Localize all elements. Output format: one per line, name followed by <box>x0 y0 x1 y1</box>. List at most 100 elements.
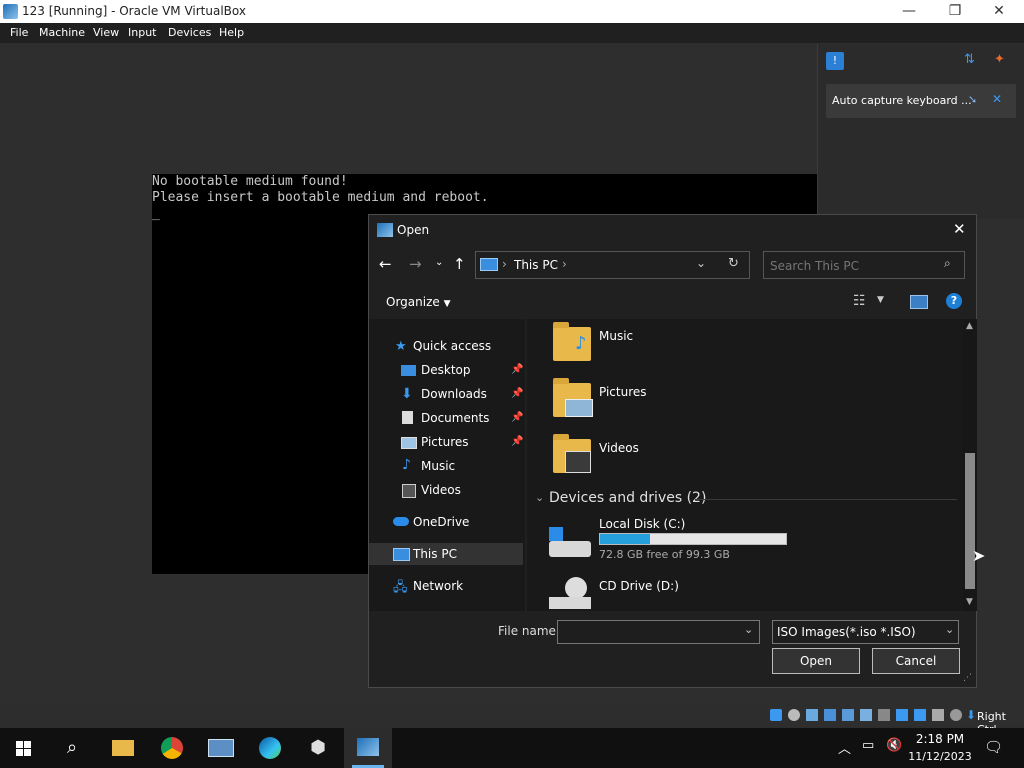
scroll-up-icon[interactable]: ▲ <box>966 321 973 331</box>
file-name-dropdown-icon[interactable]: ⌄ <box>744 623 753 636</box>
cd-drive-icon[interactable] <box>549 597 591 609</box>
address-location[interactable]: This PC <box>514 258 558 272</box>
drive-d-name[interactable]: CD Drive (D:) <box>599 579 679 593</box>
clock-time[interactable]: 2:18 PM <box>910 732 970 746</box>
search-taskbar-icon[interactable]: ⌕ <box>48 728 96 768</box>
this-pc-icon <box>393 548 410 561</box>
devices-group-header[interactable]: Devices and drives (2) <box>549 490 706 506</box>
search-input[interactable] <box>768 255 942 277</box>
vm-window-taskbar-icon[interactable] <box>344 728 392 768</box>
forward-arrow-icon[interactable]: → <box>409 255 422 273</box>
file-list-pane[interactable] <box>527 319 965 611</box>
picture-thumbnail-icon <box>565 399 593 417</box>
pin-icon: 📌 <box>511 436 524 447</box>
clear-all-icon[interactable]: ✦ <box>994 52 1005 67</box>
notification-message[interactable]: Auto capture keyboard ... ➘ ✕ <box>826 84 1016 118</box>
display-status-icon[interactable] <box>878 709 890 721</box>
clock-date[interactable]: 11/12/2023 <box>905 750 975 763</box>
show-hidden-icons-chevron-icon[interactable]: ︿ <box>838 738 851 757</box>
menu-view[interactable]: View <box>93 26 119 39</box>
view-dropdown-icon[interactable]: ▼ <box>877 295 884 305</box>
back-arrow-icon[interactable]: ← <box>379 255 392 273</box>
menu-machine[interactable]: Machine <box>39 26 85 39</box>
file-type-dropdown-icon[interactable]: ⌄ <box>945 623 954 636</box>
mouse-integration-status-icon[interactable] <box>932 709 944 721</box>
cancel-button[interactable]: Cancel <box>872 648 960 674</box>
restore-button[interactable]: ❐ <box>932 0 978 23</box>
menu-file[interactable]: File <box>10 26 28 39</box>
pictures-icon <box>401 437 417 449</box>
breadcrumb-chevron-icon[interactable]: › <box>562 257 567 271</box>
virtualbox-manager-taskbar-icon[interactable]: ⬢ <box>294 728 342 768</box>
nav-pictures[interactable]: Pictures <box>421 435 469 449</box>
address-bar[interactable]: › This PC › ⌄ ↻ <box>475 251 750 279</box>
local-disk-icon[interactable] <box>549 541 591 557</box>
organize-button[interactable]: Organize ▼ <box>386 295 451 309</box>
drive-c-name[interactable]: Local Disk (C:) <box>599 517 685 531</box>
refresh-icon[interactable]: ↻ <box>728 256 739 271</box>
scroll-down-icon[interactable]: ▼ <box>966 597 973 607</box>
menu-help[interactable]: Help <box>219 26 244 39</box>
cd-disc-icon[interactable] <box>565 577 587 599</box>
nav-quick-access[interactable]: Quick access <box>413 339 491 353</box>
hard-disk-status-icon[interactable] <box>770 709 782 721</box>
dismiss-notification-icon[interactable]: ✕ <box>992 92 1002 106</box>
file-type-select[interactable]: ISO Images(*.iso *.ISO) ⌄ <box>772 620 959 644</box>
up-arrow-icon[interactable]: ↑ <box>453 255 466 273</box>
nav-music[interactable]: Music <box>421 459 455 473</box>
network-tray-icon[interactable]: ▭ <box>862 738 874 753</box>
nav-videos[interactable]: Videos <box>421 483 461 497</box>
file-name-label: File name: <box>498 624 560 638</box>
notification-center: ! ⇅ ✦ Auto capture keyboard ... ➘ ✕ <box>817 44 1024 219</box>
network-status-icon[interactable] <box>824 709 836 721</box>
collapse-chevron-icon[interactable]: ⌄ <box>535 491 544 504</box>
drive-c-usage-bar <box>599 533 787 545</box>
nav-network[interactable]: Network <box>413 579 463 593</box>
recent-locations-chevron-icon[interactable]: ⌄ <box>435 257 443 268</box>
file-name-combobox[interactable]: ⌄ <box>557 620 760 644</box>
nav-documents[interactable]: Documents <box>421 411 489 425</box>
preview-pane-icon[interactable] <box>910 295 928 309</box>
optical-drive-status-icon[interactable] <box>788 709 800 721</box>
view-options-icon[interactable]: ☷ <box>853 293 866 309</box>
nav-this-pc[interactable]: This PC <box>413 547 457 561</box>
nav-onedrive[interactable]: OneDrive <box>413 515 469 529</box>
open-button[interactable]: Open <box>772 648 860 674</box>
sort-icon[interactable]: ⇅ <box>964 52 975 67</box>
pin-notification-icon[interactable]: ➘ <box>968 93 977 106</box>
close-window-button[interactable]: ✕ <box>976 0 1022 23</box>
folder-pictures[interactable]: Pictures <box>599 385 647 399</box>
menu-input[interactable]: Input <box>128 26 156 39</box>
file-name-input[interactable] <box>560 623 740 643</box>
audio-status-icon[interactable] <box>806 709 818 721</box>
scrollbar-thumb[interactable] <box>965 453 975 589</box>
file-list-scrollbar[interactable]: ▲ ▼ <box>963 319 977 611</box>
usb-status-icon[interactable] <box>842 709 854 721</box>
volume-muted-icon[interactable]: 🔇 <box>886 738 902 753</box>
message-icon[interactable]: ! <box>826 52 844 70</box>
music-note-icon: ♪ <box>402 457 411 473</box>
minimize-button[interactable]: — <box>886 0 932 23</box>
address-dropdown-icon[interactable]: ⌄ <box>696 256 706 270</box>
search-box[interactable]: ⌕ <box>763 251 965 279</box>
edge-taskbar-icon[interactable] <box>246 728 294 768</box>
virtualization-status-icon[interactable] <box>914 709 926 721</box>
chrome-taskbar-icon[interactable] <box>148 728 196 768</box>
action-center-icon[interactable]: 🗨 <box>984 738 1003 756</box>
nav-desktop[interactable]: Desktop <box>421 363 471 377</box>
menu-devices[interactable]: Devices <box>168 26 211 39</box>
resize-grip-icon[interactable]: ⋰ <box>963 673 972 683</box>
file-explorer-taskbar-icon[interactable] <box>98 728 146 768</box>
recording-status-icon[interactable] <box>896 709 908 721</box>
remote-desktop-taskbar-icon[interactable] <box>196 728 244 768</box>
keyboard-capture-status-icon[interactable] <box>950 709 962 721</box>
pin-icon: 📌 <box>511 388 524 399</box>
pin-icon: 📌 <box>511 364 524 375</box>
help-icon[interactable]: ? <box>946 293 962 309</box>
start-button[interactable] <box>0 728 48 768</box>
folder-music[interactable]: Music <box>599 329 633 343</box>
nav-downloads[interactable]: Downloads <box>421 387 487 401</box>
folder-videos[interactable]: Videos <box>599 441 639 455</box>
dialog-close-button[interactable]: ✕ <box>953 220 966 238</box>
shared-folders-status-icon[interactable] <box>860 709 872 721</box>
